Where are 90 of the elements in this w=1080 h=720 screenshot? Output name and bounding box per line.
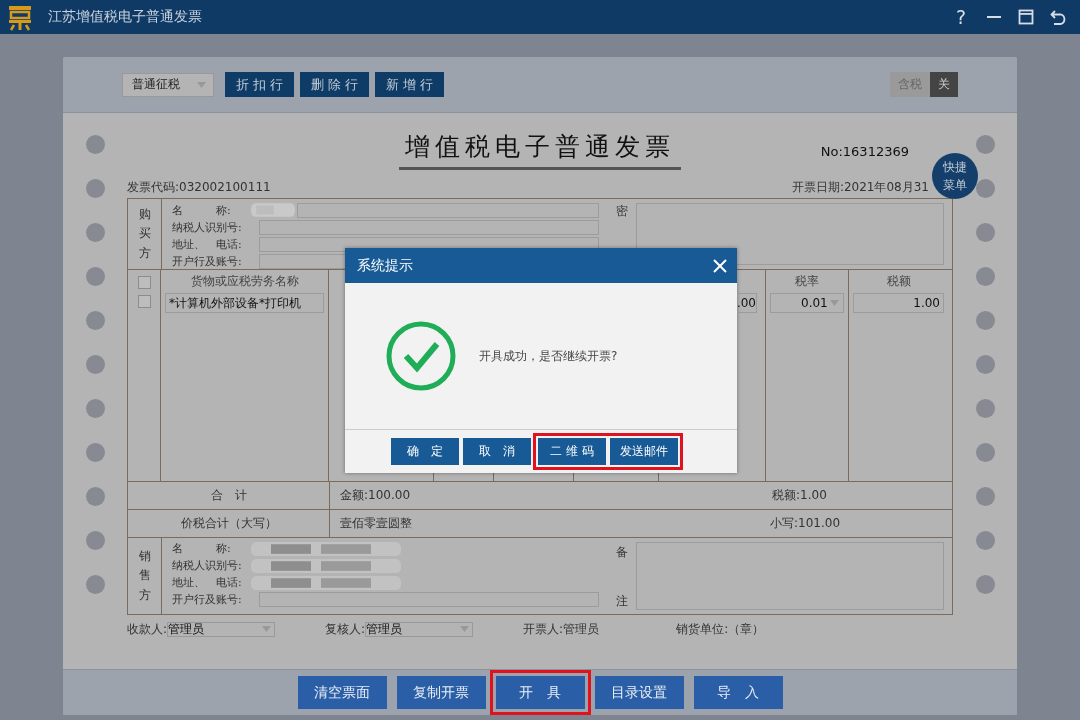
punch-hole (975, 399, 995, 418)
item-name-field[interactable]: *计算机外部设备*打印机 (165, 293, 324, 313)
punch-hole (85, 575, 105, 594)
column-header: 税率 (794, 273, 820, 289)
punch-hole (975, 135, 995, 154)
checkbox[interactable] (137, 276, 151, 289)
input-field[interactable] (259, 591, 599, 607)
field-label: 纳税人识别号: (172, 557, 243, 573)
invoice-code: 发票代码:032002100111 (127, 178, 271, 196)
invoice-number: No:16312369 (820, 144, 909, 159)
field-label: 开户行及账号: (172, 253, 243, 269)
row-label: 合 计 (210, 487, 247, 504)
checkbox[interactable] (137, 295, 151, 308)
punch-hole (975, 311, 995, 330)
punch-hole (85, 135, 105, 154)
toolbar-button[interactable]: 折 扣 行 (225, 72, 294, 97)
amount-field[interactable]: .00 (739, 293, 757, 313)
section-label: 备 (616, 544, 628, 561)
section-label: 购买方 (138, 206, 151, 262)
dropdown-caret-icon (197, 81, 206, 88)
window-title: 江苏增值税电子普通发票 (48, 8, 202, 26)
app-logo-icon (6, 3, 34, 31)
toolbar-button[interactable]: 新 增 行 (375, 72, 444, 97)
section-label: 注 (616, 593, 628, 610)
field-label: 地址、 电话: (172, 236, 243, 252)
action-button[interactable]: 目录设置 (594, 676, 684, 709)
dropdown-caret-icon (830, 300, 839, 306)
dropdown-caret-icon (262, 626, 272, 632)
amount-in-words: 壹佰零壹圆整 (340, 515, 412, 532)
column-header: 货物或应税劳务名称 (189, 273, 300, 289)
drawer-label: 开票人:管理员 (523, 620, 600, 638)
close-icon[interactable] (713, 258, 727, 273)
punch-hole (85, 531, 105, 550)
tax-mode-dropdown[interactable]: 普通征税 (122, 72, 214, 97)
dialog-button[interactable]: 确 定 (391, 438, 459, 465)
punch-hole (975, 443, 995, 462)
punch-hole (975, 223, 995, 242)
seal-label: 销货单位:（章） (676, 620, 765, 638)
total-tax: 税额:1.00 (772, 487, 827, 504)
help-button[interactable]: ? (951, 6, 970, 28)
undo-icon[interactable] (1050, 9, 1068, 25)
field-label: 名 称: (172, 202, 232, 218)
action-button[interactable]: 导 入 (693, 676, 783, 709)
field-label: 地址、 电话: (172, 574, 243, 590)
input-field[interactable] (297, 202, 599, 218)
amount-in-figures: 小写:101.00 (770, 515, 841, 532)
punch-hole (85, 355, 105, 374)
punch-hole (85, 179, 105, 198)
punch-hole (85, 267, 105, 286)
column-header: 税额 (885, 273, 912, 289)
punch-hole (85, 443, 105, 462)
toolbar-button[interactable]: 删 除 行 (300, 72, 369, 97)
dialog-button[interactable]: 发送邮件 (610, 438, 678, 465)
success-check-icon (385, 320, 457, 392)
punch-hole (85, 399, 105, 418)
dialog-title: 系统提示 (357, 256, 413, 275)
quick-menu-button[interactable]: 快捷菜单 (932, 153, 978, 199)
total-amount: 金额:100.00 (340, 487, 411, 504)
action-button[interactable]: 复制开票 (396, 676, 486, 709)
invoice-title: 增值税电子普通发票 (399, 128, 681, 170)
action-button[interactable]: 开 具 (495, 676, 585, 709)
punch-hole (975, 267, 995, 286)
punch-hole (85, 223, 105, 242)
punch-hole (975, 531, 995, 550)
field-label: 复核人: (325, 620, 366, 638)
punch-hole (85, 487, 105, 506)
punch-hole (85, 311, 105, 330)
input-field[interactable] (259, 219, 599, 235)
section-label: 密 (616, 203, 628, 220)
dialog-message: 开具成功，是否继续开票? (479, 347, 618, 365)
field-label: 收款人: (127, 620, 168, 638)
action-button[interactable]: 清空票面 (297, 676, 387, 709)
dialog-button[interactable]: 二 维 码 (538, 438, 606, 465)
punch-hole (975, 575, 995, 594)
punch-hole (975, 487, 995, 506)
row-label: 价税合计（大写） (180, 515, 277, 532)
dialog-button[interactable]: 取 消 (463, 438, 531, 465)
punch-hole (975, 179, 995, 198)
payee-dropdown[interactable]: 管理员 (167, 621, 276, 637)
field-label: 开户行及账号: (172, 591, 243, 607)
tax-rate-dropdown[interactable]: 0.01 (770, 293, 844, 313)
field-label: 纳税人识别号: (172, 219, 243, 235)
invoice-date: 开票日期:2021年08月31 (791, 178, 929, 196)
maximize-icon[interactable] (1018, 9, 1034, 25)
punch-hole (975, 355, 995, 374)
section-label: 销售方 (138, 548, 151, 604)
reviewer-dropdown[interactable]: 管理员 (365, 621, 474, 637)
dropdown-caret-icon (460, 626, 470, 632)
field-label: 名 称: (172, 540, 232, 556)
tax-amount-field[interactable]: 1.00 (853, 293, 944, 313)
